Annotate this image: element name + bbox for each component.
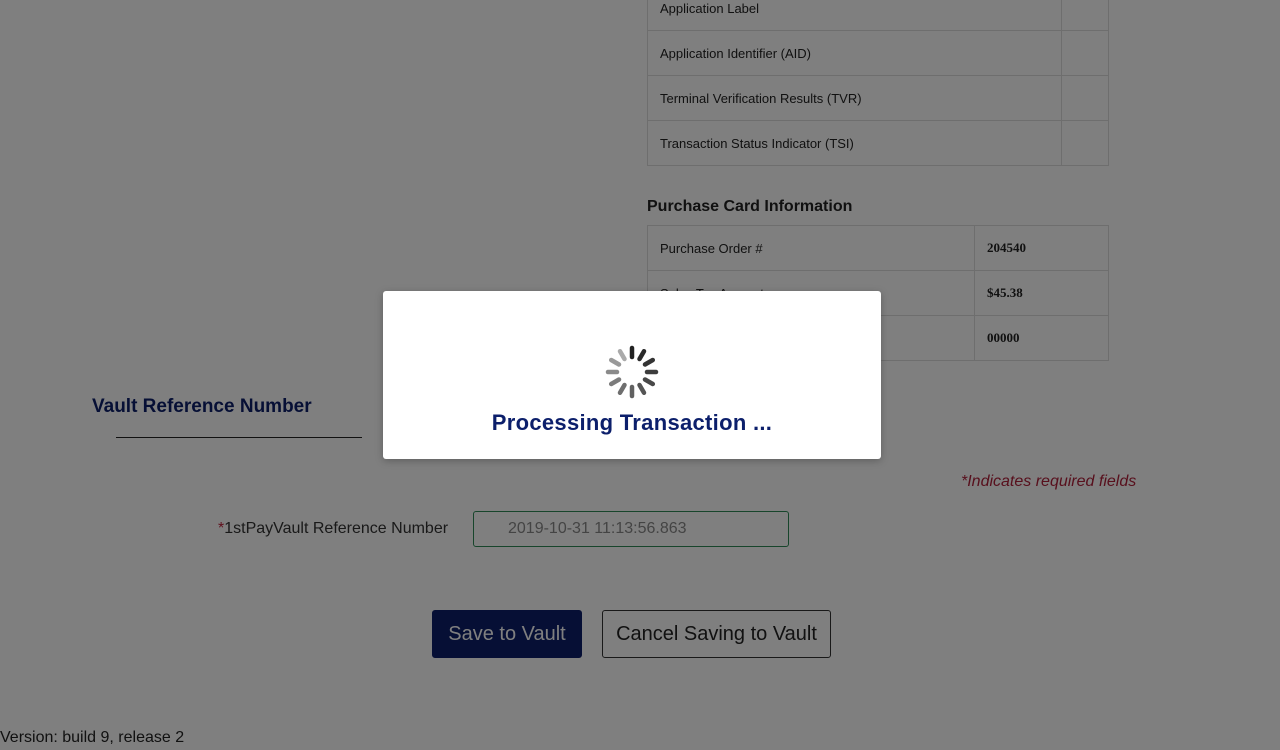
page: Application Label Application Identifier… (0, 0, 1280, 750)
processing-message: Processing Transaction ... (491, 410, 773, 435)
loading-spinner-icon (605, 345, 659, 399)
processing-modal: Processing Transaction ... (383, 291, 881, 459)
